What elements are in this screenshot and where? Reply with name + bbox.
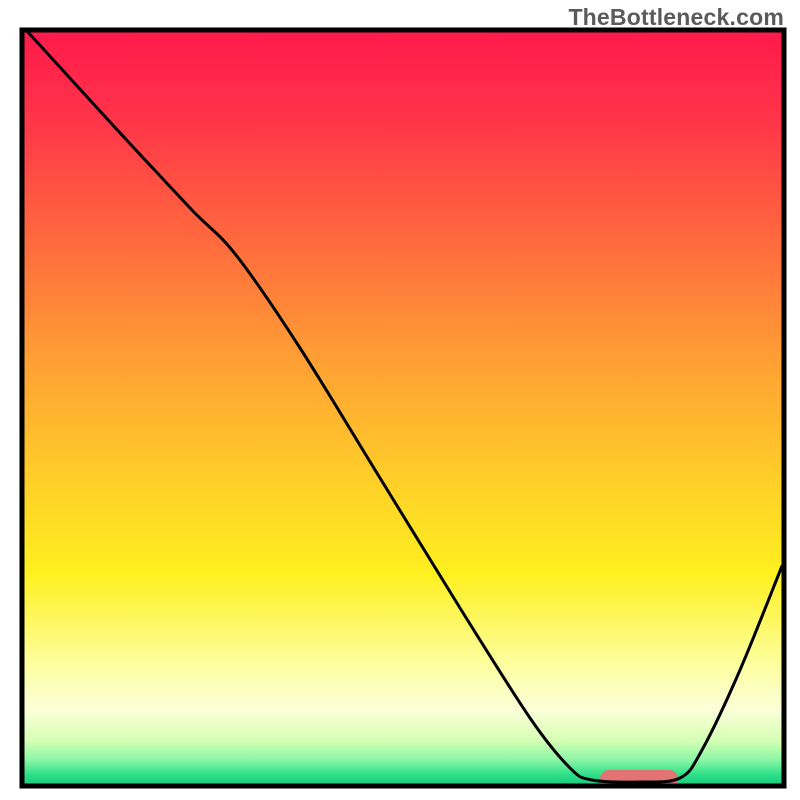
- gradient-background: [22, 30, 784, 786]
- watermark-text: TheBottleneck.com: [568, 4, 784, 31]
- bottleneck-chart: [0, 0, 800, 800]
- chart-container: TheBottleneck.com: [0, 0, 800, 800]
